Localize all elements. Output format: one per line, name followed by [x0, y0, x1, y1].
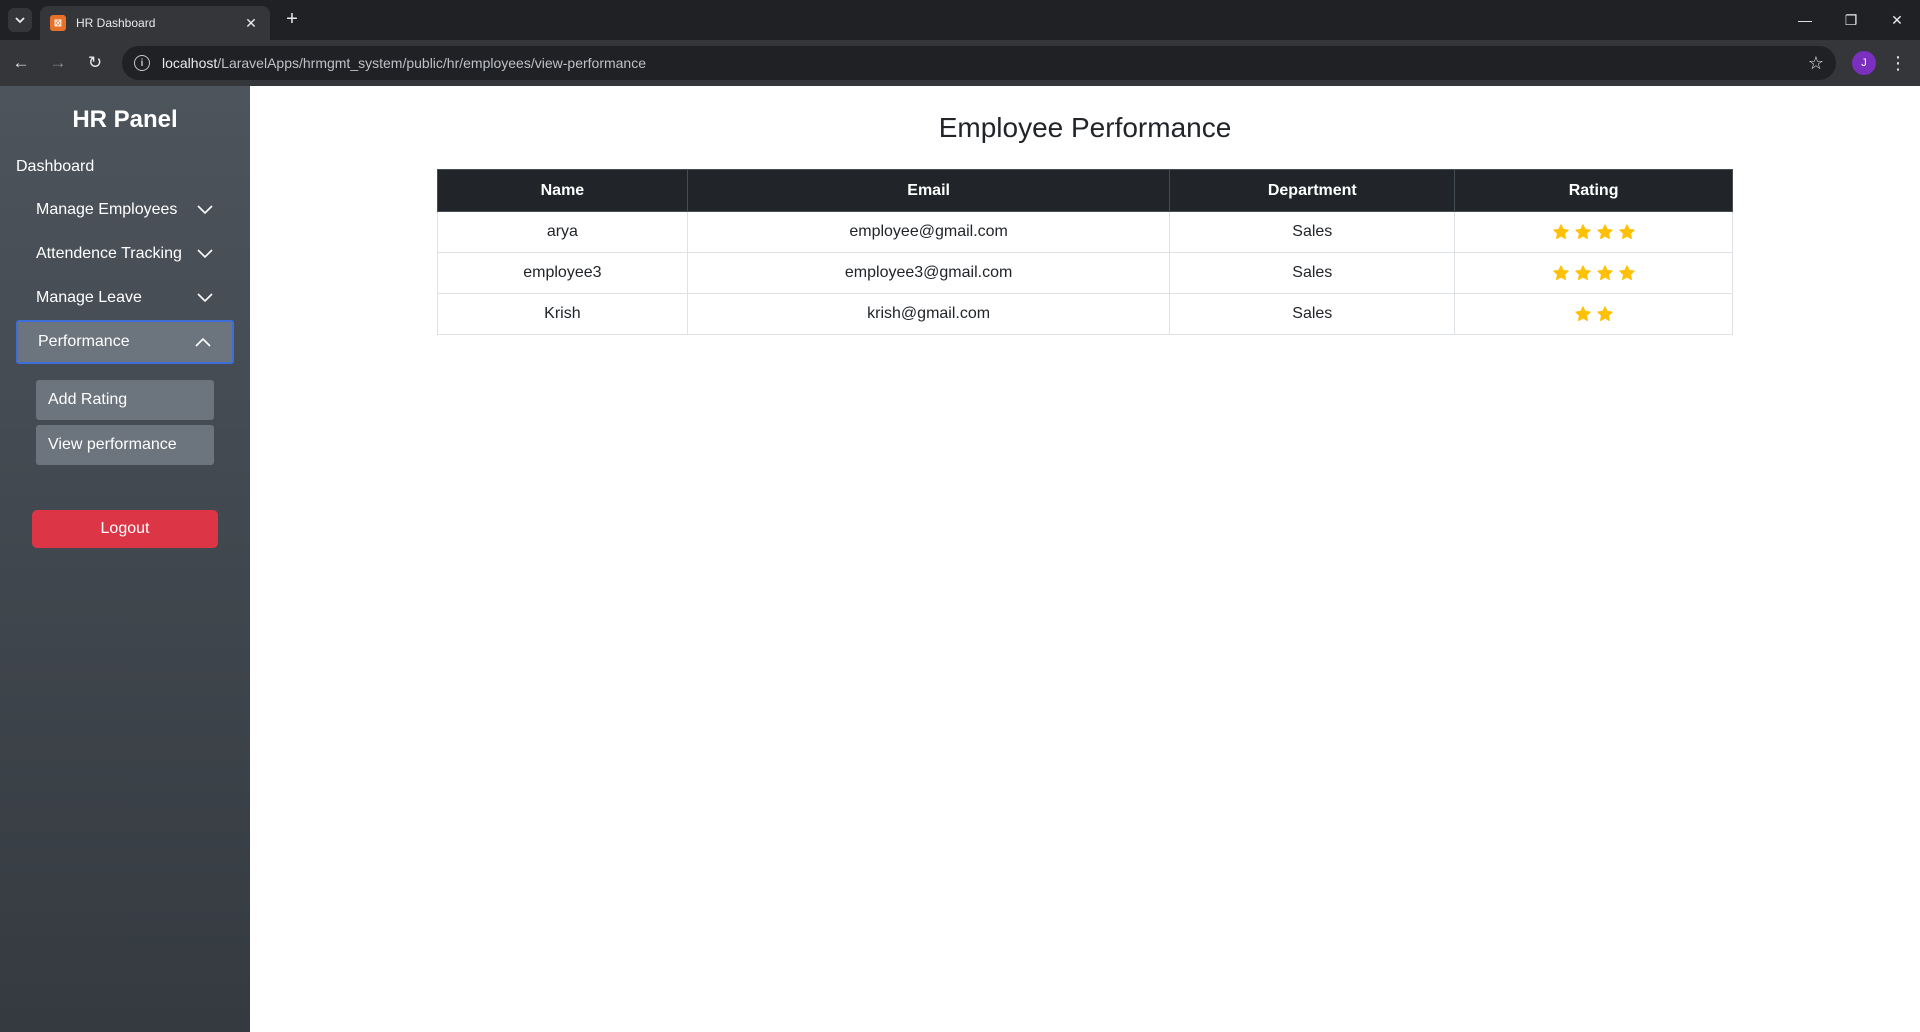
site-info-icon[interactable]: i: [134, 55, 150, 71]
cell-email: employee@gmail.com: [686, 211, 1171, 253]
browser-tab[interactable]: ⊠ HR Dashboard ✕: [40, 6, 270, 40]
sidebar-item-manage-leave[interactable]: Manage Leave: [16, 277, 234, 319]
cell-email: employee3@gmail.com: [686, 252, 1171, 294]
restore-icon[interactable]: ❐: [1828, 0, 1874, 40]
star-icon: [1596, 306, 1613, 321]
cell-rating: [1454, 293, 1733, 335]
minimize-icon[interactable]: —: [1782, 0, 1828, 40]
url-text[interactable]: localhost/LaravelApps/hrmgmt_system/publ…: [162, 55, 1808, 71]
cell-department: Sales: [1169, 211, 1456, 253]
url-path: /LaravelApps/hrmgmt_system/public/hr/emp…: [217, 55, 646, 71]
main-content: Employee Performance Name Email Departme…: [250, 86, 1920, 1032]
sidebar-item-label: Attendence Tracking: [36, 245, 182, 262]
star-rating: [1574, 305, 1614, 323]
table-row: Krish krish@gmail.com Sales: [437, 293, 1733, 335]
table-row: arya employee@gmail.com Sales: [437, 211, 1733, 253]
forward-arrow-icon[interactable]: →: [42, 47, 74, 79]
reload-icon[interactable]: ↻: [79, 47, 111, 79]
cell-email: krish@gmail.com: [686, 293, 1171, 335]
column-header-name: Name: [437, 169, 688, 212]
browser-toolbar: ← → ↻ i localhost/LaravelApps/hrmgmt_sys…: [0, 40, 1920, 86]
logout-button[interactable]: Logout: [32, 510, 218, 548]
star-icon: [1574, 224, 1591, 239]
page: HR Panel Dashboard Manage Employees Atte…: [0, 86, 1920, 1032]
column-header-rating: Rating: [1454, 169, 1733, 212]
sidebar-item-attendence-tracking[interactable]: Attendence Tracking: [16, 233, 234, 275]
star-icon: [1574, 306, 1591, 321]
window-controls: — ❐ ✕: [1782, 0, 1920, 40]
new-tab-plus-icon[interactable]: +: [280, 8, 304, 32]
column-header-email: Email: [686, 169, 1171, 212]
cell-rating: [1454, 252, 1733, 294]
table-header-row: Name Email Department Rating: [437, 169, 1733, 212]
cell-name: employee3: [437, 252, 688, 294]
cell-rating: [1454, 211, 1733, 253]
sidebar: HR Panel Dashboard Manage Employees Atte…: [0, 86, 250, 1032]
chevron-down-icon: [196, 245, 214, 263]
chevron-down-icon: [196, 201, 214, 219]
url-host: localhost: [162, 55, 218, 71]
star-icon: [1618, 265, 1635, 280]
star-rating: [1552, 264, 1636, 282]
sidebar-item-dashboard[interactable]: Dashboard: [16, 158, 94, 176]
browser-menu-icon[interactable]: ⋮: [1886, 49, 1910, 77]
browser-titlebar: ⊠ HR Dashboard ✕ + — ❐ ✕: [0, 0, 1920, 40]
address-bar[interactable]: i localhost/LaravelApps/hrmgmt_system/pu…: [122, 46, 1836, 80]
star-icon: [1618, 224, 1635, 239]
table-row: employee3 employee3@gmail.com Sales: [437, 252, 1733, 294]
tab-title: HR Dashboard: [76, 16, 156, 30]
add-rating-button[interactable]: Add Rating: [36, 380, 214, 420]
profile-avatar[interactable]: J: [1852, 51, 1876, 75]
chevron-down-icon: [196, 289, 214, 307]
chevron-down-icon: [15, 17, 25, 24]
sidebar-item-label: Performance: [38, 333, 130, 350]
cell-department: Sales: [1169, 252, 1456, 294]
sidebar-item-manage-employees[interactable]: Manage Employees: [16, 189, 234, 231]
xampp-favicon-icon: ⊠: [50, 15, 66, 31]
tab-search-button[interactable]: [8, 8, 32, 32]
window-close-icon[interactable]: ✕: [1874, 0, 1920, 40]
performance-table: Name Email Department Rating arya employ…: [437, 169, 1733, 335]
star-icon: [1552, 224, 1569, 239]
sidebar-item-label: Manage Employees: [36, 201, 178, 218]
cell-department: Sales: [1169, 293, 1456, 335]
star-icon: [1596, 224, 1613, 239]
sidebar-item-label: Manage Leave: [36, 289, 142, 306]
star-icon: [1596, 265, 1613, 280]
bookmark-star-icon[interactable]: ☆: [1808, 53, 1824, 74]
view-performance-button[interactable]: View performance: [36, 425, 214, 465]
cell-name: arya: [437, 211, 688, 253]
star-icon: [1574, 265, 1591, 280]
column-header-department: Department: [1169, 169, 1456, 212]
chevron-up-icon: [194, 333, 212, 351]
sidebar-item-performance[interactable]: Performance: [16, 320, 234, 364]
star-icon: [1552, 265, 1569, 280]
star-rating: [1552, 223, 1636, 241]
back-arrow-icon[interactable]: ←: [5, 47, 37, 79]
sidebar-brand: HR Panel: [72, 106, 178, 133]
cell-name: Krish: [437, 293, 688, 335]
page-title: Employee Performance: [938, 112, 1232, 143]
tab-close-icon[interactable]: ✕: [242, 15, 260, 32]
